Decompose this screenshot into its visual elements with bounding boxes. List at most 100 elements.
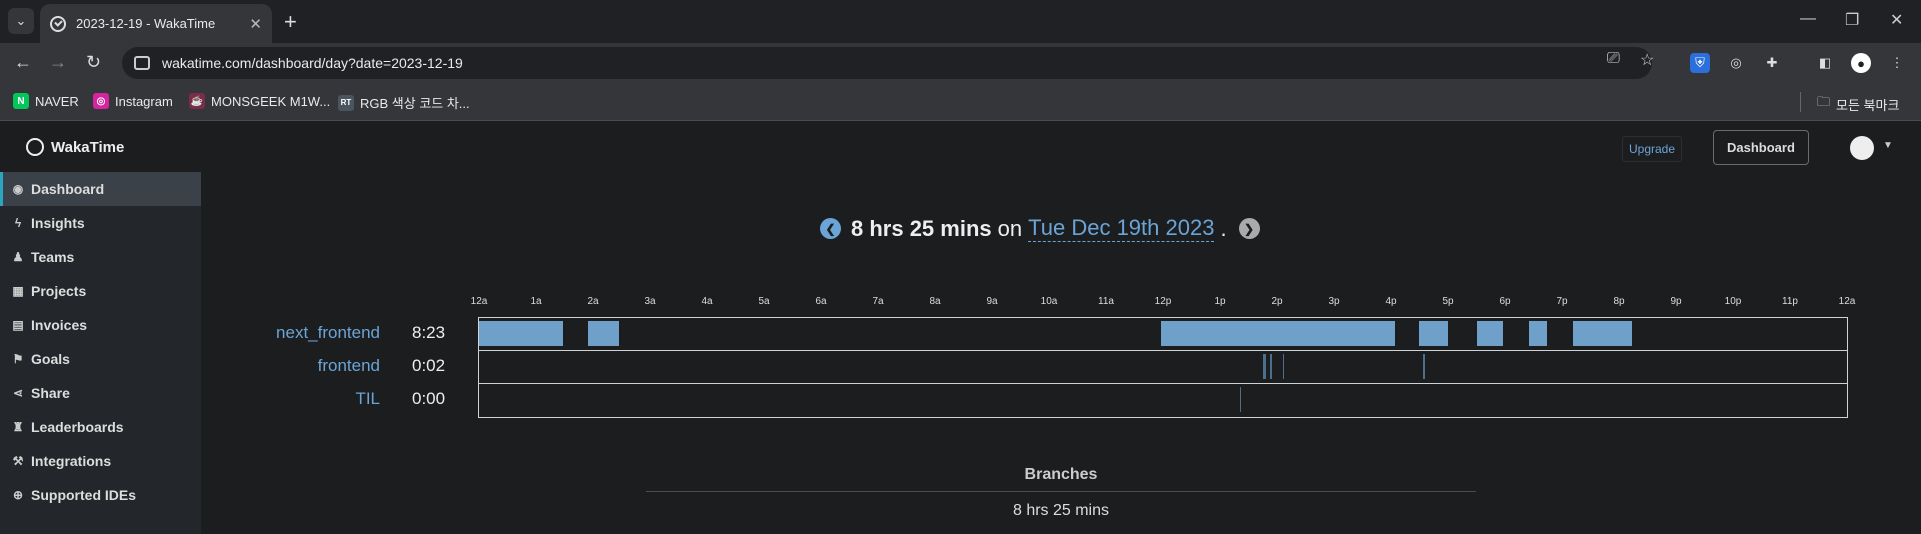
tab-search-button[interactable]: ⌄ — [8, 8, 34, 34]
install-app-icon[interactable]: ⎚ — [1607, 50, 1620, 68]
all-bookmarks-folder[interactable]: 🗀 모든 북마크 — [1817, 93, 1899, 115]
naver-icon: N — [13, 93, 29, 109]
bookmark-label: MONSGEEK M1W... — [211, 93, 331, 109]
timeline-segment[interactable] — [1263, 354, 1266, 379]
timeline-segment[interactable] — [1418, 321, 1448, 346]
timeline-segment[interactable] — [1160, 321, 1395, 346]
branches-title: Branches — [646, 466, 1476, 492]
users-icon: ♟ — [12, 250, 24, 264]
bookmark-label: NAVER — [35, 93, 79, 109]
site-info-icon[interactable] — [134, 56, 150, 70]
all-bookmarks-label: 모든 북마크 — [1836, 97, 1900, 113]
sidebar-item-supported-ides[interactable]: ⊕ Supported IDEs — [0, 478, 201, 512]
timeline-segment[interactable] — [1573, 321, 1633, 346]
project-name-link[interactable]: frontend — [180, 356, 380, 376]
project-name-link[interactable]: next_frontend — [180, 323, 380, 343]
brand[interactable]: WakaTime — [26, 138, 124, 156]
sidebar-item-insights[interactable]: ϟ Insights — [0, 206, 201, 240]
address-bar[interactable]: wakatime.com/dashboard/day?date=2023-12-… — [122, 47, 1652, 79]
sidebar-item-leaderboards[interactable]: ♜ Leaderboards — [0, 410, 201, 444]
close-window-icon[interactable]: ✕ — [1890, 10, 1903, 30]
forward-icon[interactable]: → — [49, 52, 67, 73]
timeline-segment[interactable] — [1239, 387, 1242, 412]
hour-tick: 9p — [1670, 296, 1682, 307]
hour-tick: 12p — [1154, 296, 1172, 307]
hour-tick: 3a — [644, 296, 656, 307]
upgrade-button[interactable]: Upgrade — [1622, 136, 1683, 162]
project-name-link[interactable]: TIL — [180, 389, 380, 409]
sidebar-item-projects[interactable]: ▦ Projects — [0, 274, 201, 308]
sidebar-item-label: Projects — [31, 283, 87, 299]
side-panel-icon[interactable]: ◧ — [1815, 53, 1835, 73]
sidebar-item-label: Goals — [31, 351, 70, 367]
hour-tick: 11a — [1098, 296, 1114, 307]
timeline-segment[interactable] — [479, 321, 564, 346]
timeline-segment[interactable] — [588, 321, 620, 346]
reload-icon[interactable]: ↻ — [86, 52, 101, 73]
next-day-icon[interactable]: ❯ — [1238, 218, 1260, 239]
timeline-segment[interactable] — [1282, 354, 1285, 379]
chrome-menu-icon[interactable]: ⋮ — [1887, 53, 1907, 73]
sidebar-item-integrations[interactable]: ⚒ Integrations — [0, 444, 201, 478]
hour-tick: 6a — [815, 296, 827, 307]
hour-tick: 2p — [1271, 296, 1283, 307]
timeline-segment[interactable] — [1270, 354, 1272, 379]
new-tab-button[interactable]: + — [284, 9, 297, 35]
browser-tab[interactable]: 2023-12-19 - WakaTime ✕ — [40, 4, 272, 43]
bookmark-label: Instagram — [115, 93, 173, 109]
extensions-puzzle-icon[interactable]: ✚ — [1762, 53, 1782, 73]
hour-tick: 1p — [1214, 296, 1226, 307]
sidebar-item-dashboard[interactable]: ◉ Dashboard — [0, 172, 201, 206]
timeline-row — [479, 351, 1847, 384]
url-text[interactable]: wakatime.com/dashboard/day?date=2023-12-… — [162, 55, 463, 71]
timeline-segment[interactable] — [1528, 321, 1547, 346]
timeline-segment[interactable] — [1422, 354, 1425, 379]
bookmark-rgb[interactable]: RT RGB 색상 코드 차... — [338, 93, 470, 112]
sidebar-item-label: Teams — [31, 249, 75, 265]
previous-day-icon[interactable]: ❮ — [820, 218, 841, 239]
bookmark-instagram[interactable]: ◎ Instagram — [93, 93, 173, 109]
sidebar-item-goals[interactable]: ⚑ Goals — [0, 342, 201, 376]
hour-tick: 2a — [587, 296, 599, 307]
hour-tick: 8p — [1613, 296, 1625, 307]
dashboard-button[interactable]: Dashboard — [1713, 130, 1809, 165]
bookmark-star-icon[interactable]: ☆ — [1640, 50, 1654, 70]
hour-tick: 6p — [1499, 296, 1511, 307]
sidebar-item-teams[interactable]: ♟ Teams — [0, 240, 201, 274]
share-icon: ⋖ — [12, 386, 24, 400]
hour-tick: 5p — [1442, 296, 1454, 307]
folder-icon: 🗀 — [1817, 94, 1831, 109]
flag-icon: ⚑ — [12, 352, 24, 366]
day-summary-headline: ❮ 8 hrs 25 mins on Tue Dec 19th 2023 . ❯ — [820, 215, 1260, 242]
instagram-icon: ◎ — [93, 93, 109, 109]
minimize-icon[interactable]: — — [1800, 10, 1816, 28]
monsgeek-icon: ☕ — [189, 93, 205, 109]
profile-avatar-icon[interactable]: ● — [1851, 53, 1871, 73]
top-navbar: WakaTime Upgrade Dashboard ▼ — [0, 122, 1921, 172]
extension-icon[interactable]: ◎ — [1726, 53, 1746, 73]
sidebar-item-invoices[interactable]: ▤ Invoices — [0, 308, 201, 342]
dashboard-icon: ◉ — [12, 182, 24, 196]
caret-down-icon[interactable]: ▼ — [1883, 140, 1893, 151]
sidebar-item-share[interactable]: ⋖ Share — [0, 376, 201, 410]
timeline-row — [479, 384, 1847, 417]
sidebar-item-label: Supported IDEs — [31, 487, 137, 503]
bitwarden-extension-icon[interactable]: ⛨ — [1690, 53, 1710, 73]
bookmark-naver[interactable]: N NAVER — [13, 93, 79, 109]
close-tab-icon[interactable]: ✕ — [249, 15, 262, 33]
project-time: 0:00 — [412, 389, 446, 408]
user-avatar[interactable] — [1850, 136, 1874, 160]
date-picker-link[interactable]: Tue Dec 19th 2023 — [1028, 215, 1215, 242]
hour-tick: 1a — [530, 296, 542, 307]
bookmark-monsgeek[interactable]: ☕ MONSGEEK M1W... — [189, 93, 330, 109]
bookmarks-divider — [1800, 92, 1801, 112]
restore-icon[interactable]: ❐ — [1845, 10, 1859, 30]
sidebar-item-label: Insights — [31, 215, 85, 231]
hour-tick: 11p — [1782, 296, 1798, 307]
hour-tick: 7p — [1556, 296, 1568, 307]
hour-tick: 7a — [872, 296, 884, 307]
plus-circle-icon: ⊕ — [12, 488, 24, 502]
hour-tick: 9a — [986, 296, 998, 307]
back-icon[interactable]: ← — [14, 52, 32, 73]
timeline-segment[interactable] — [1476, 321, 1504, 346]
